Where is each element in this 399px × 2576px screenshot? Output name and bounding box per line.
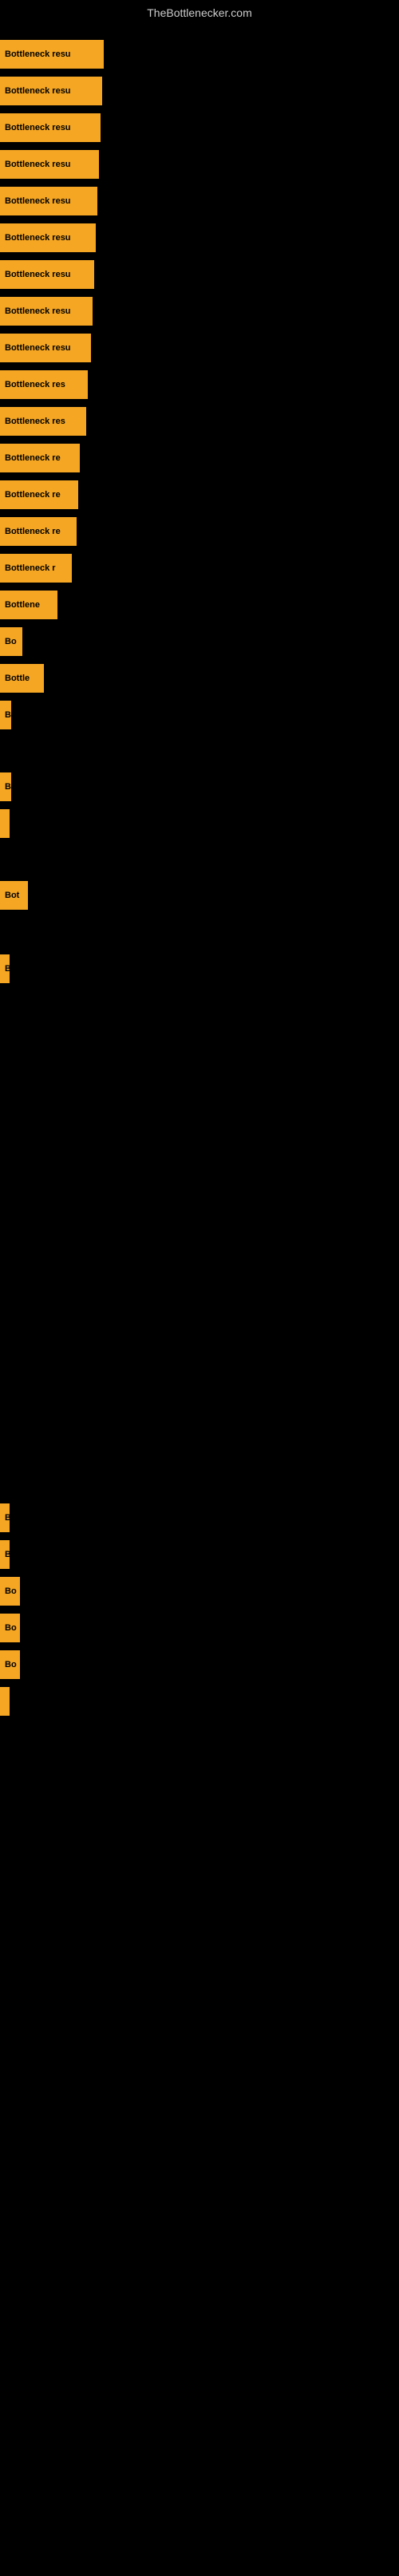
bar-row: Bottleneck re (0, 480, 78, 509)
bar-row: Bottlene (0, 591, 57, 619)
bar-label: Bottleneck resu (0, 297, 93, 326)
bar-label: Bo (0, 1577, 20, 1606)
bar-label: Bo (0, 1614, 20, 1642)
bar-label: Bottlene (0, 591, 57, 619)
bar-label (0, 1687, 10, 1716)
bar-label: Bottleneck res (0, 407, 86, 436)
bar-row: B (0, 772, 11, 801)
bar-label: Bottleneck res (0, 370, 88, 399)
bar-label (0, 809, 10, 838)
bar-label: Bottleneck resu (0, 40, 104, 69)
bar-label: Bo (0, 627, 22, 656)
bar-row: Bottleneck resu (0, 260, 94, 289)
bar-row: Bottleneck resu (0, 297, 93, 326)
bar-label: Bottleneck resu (0, 223, 96, 252)
bar-row: Bottleneck re (0, 517, 77, 546)
bar-row: Bo (0, 627, 22, 656)
bar-row: Bot (0, 881, 28, 910)
bar-row: Bottleneck re (0, 444, 80, 472)
bar-label: Bottleneck re (0, 480, 78, 509)
bar-row: Bo (0, 1650, 20, 1679)
bar-label: Bottleneck resu (0, 334, 91, 362)
bar-row: Bottleneck resu (0, 77, 102, 105)
bar-row: Bo (0, 1614, 20, 1642)
bar-label: Bottleneck re (0, 517, 77, 546)
bar-label: B (0, 772, 11, 801)
bar-row: Bottleneck resu (0, 223, 96, 252)
bar-label: Bottleneck re (0, 444, 80, 472)
bar-row: Bottleneck res (0, 407, 86, 436)
bar-label: Bottleneck resu (0, 150, 99, 179)
bar-row: Bottleneck res (0, 370, 88, 399)
bar-label: Bo (0, 1650, 20, 1679)
bar-row (0, 809, 5, 838)
bar-label: Bottleneck r (0, 554, 72, 583)
bar-row: Bo (0, 1577, 20, 1606)
bar-label: Bottleneck resu (0, 187, 97, 215)
bar-label: Bottleneck resu (0, 77, 102, 105)
bar-label: Bottleneck resu (0, 260, 94, 289)
bar-label: Bot (0, 881, 28, 910)
bar-label: Bottle (0, 664, 44, 693)
bar-row: Bottleneck resu (0, 113, 101, 142)
bar-row: B (0, 701, 11, 729)
bar-row: B (0, 1540, 6, 1569)
bar-row (0, 1687, 5, 1716)
bar-row: Bottleneck r (0, 554, 72, 583)
bar-label: B (0, 954, 10, 983)
bar-label: B (0, 1540, 10, 1569)
site-title: TheBottlenecker.com (0, 0, 399, 22)
bar-label: B (0, 1503, 10, 1532)
bar-row: B (0, 954, 10, 983)
bar-row: B (0, 1503, 10, 1532)
bar-row: Bottleneck resu (0, 187, 97, 215)
bar-label: Bottleneck resu (0, 113, 101, 142)
bar-row: Bottle (0, 664, 44, 693)
bar-row: Bottleneck resu (0, 150, 99, 179)
bar-row: Bottleneck resu (0, 40, 104, 69)
bar-label: B (0, 701, 11, 729)
bar-row: Bottleneck resu (0, 334, 91, 362)
